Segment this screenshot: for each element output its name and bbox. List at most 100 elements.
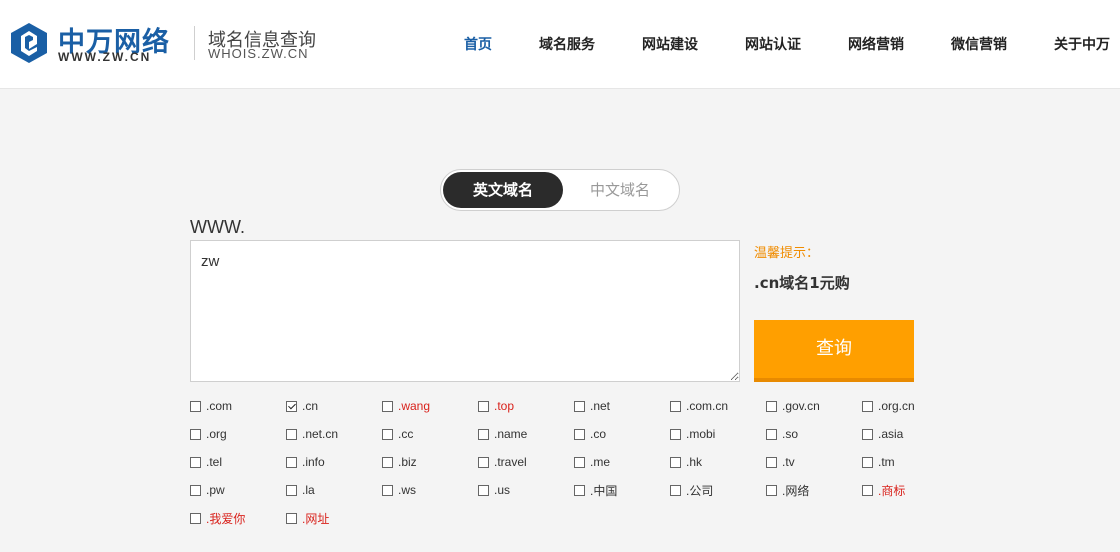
tld-label: .us — [494, 483, 511, 497]
tld-option[interactable]: .cc — [382, 425, 413, 443]
tld-option[interactable]: .tv — [766, 453, 795, 471]
tld-checkbox[interactable] — [190, 456, 201, 468]
tld-label: .hk — [686, 455, 703, 469]
tld-checkbox[interactable] — [670, 400, 681, 412]
tld-checkbox[interactable] — [286, 512, 297, 524]
tld-label: .biz — [398, 455, 417, 469]
site-header: 中万网络 WWW.ZW.CN 域名信息查询 WHOIS.ZW.CN 首页 域名服… — [0, 0, 1120, 89]
tld-option[interactable]: .us — [478, 481, 510, 499]
tld-option[interactable]: .com — [190, 397, 232, 415]
tip-title: 温馨提示： — [754, 246, 820, 261]
tld-option[interactable]: .asia — [862, 425, 903, 443]
tld-label: .wang — [398, 399, 431, 413]
tld-option[interactable]: .mobi — [670, 425, 715, 443]
tld-checkbox[interactable] — [190, 512, 201, 524]
tld-checkbox[interactable] — [862, 400, 873, 412]
tld-label: .gov.cn — [782, 399, 820, 413]
tld-checkbox[interactable] — [574, 400, 585, 412]
tld-checkbox[interactable] — [190, 400, 201, 412]
domain-type-toggle: 英文域名 中文域名 — [440, 169, 680, 211]
tld-checkbox[interactable] — [670, 484, 681, 496]
tld-checkbox[interactable] — [766, 484, 777, 496]
tld-option[interactable]: .com.cn — [670, 397, 728, 415]
tld-option[interactable]: .me — [574, 453, 610, 471]
tld-checkbox[interactable] — [478, 428, 489, 440]
tld-checkbox[interactable] — [670, 428, 681, 440]
tld-checkbox[interactable] — [286, 428, 297, 440]
tld-checkbox[interactable] — [478, 456, 489, 468]
tld-checkbox[interactable] — [190, 484, 201, 496]
logo-mark-icon — [11, 23, 47, 63]
tld-checkbox[interactable] — [286, 484, 297, 496]
tld-option[interactable]: .pw — [190, 481, 225, 499]
tld-checkbox[interactable] — [862, 428, 873, 440]
tld-checkbox[interactable] — [766, 428, 777, 440]
tld-label: .org — [206, 427, 227, 441]
tld-option[interactable]: .公司 — [670, 481, 713, 499]
tld-checkbox[interactable] — [382, 428, 393, 440]
tld-option[interactable]: .org.cn — [862, 397, 915, 415]
tld-checkbox[interactable] — [862, 484, 873, 496]
tld-checkbox[interactable] — [382, 484, 393, 496]
tld-option[interactable]: .biz — [382, 453, 417, 471]
tld-checkbox[interactable] — [574, 456, 585, 468]
nav-item-about[interactable]: 关于中万 — [1054, 34, 1110, 54]
tld-option[interactable]: .ws — [382, 481, 416, 499]
tld-checkbox[interactable] — [574, 428, 585, 440]
domain-input[interactable]: zw — [190, 240, 740, 382]
tld-option[interactable]: .top — [478, 397, 514, 415]
tld-option[interactable]: .gov.cn — [766, 397, 820, 415]
tld-option[interactable]: .tm — [862, 453, 895, 471]
tld-option[interactable]: .中国 — [574, 481, 617, 499]
tld-option[interactable]: .so — [766, 425, 798, 443]
tld-checkbox[interactable] — [670, 456, 681, 468]
tld-option[interactable]: .name — [478, 425, 527, 443]
query-button[interactable]: 查询 — [754, 320, 914, 382]
nav-item-wechat-marketing[interactable]: 微信营销 — [951, 34, 1007, 54]
tld-label: .tm — [878, 455, 895, 469]
tld-option[interactable]: .org — [190, 425, 227, 443]
tld-label: .商标 — [878, 483, 906, 498]
tld-label: .网址 — [302, 511, 330, 526]
tld-checkbox[interactable] — [286, 456, 297, 468]
logo[interactable]: 中万网络 WWW.ZW.CN — [8, 20, 184, 66]
tld-checkbox[interactable] — [382, 400, 393, 412]
tld-option[interactable]: .网址 — [286, 509, 329, 527]
nav-item-website-cert[interactable]: 网站认证 — [745, 34, 801, 54]
tld-checkbox[interactable] — [382, 456, 393, 468]
nav-item-net-marketing[interactable]: 网络营销 — [848, 34, 904, 54]
site-subtitle: WHOIS.ZW.CN — [208, 46, 309, 61]
tab-english-domain[interactable]: 英文域名 — [443, 172, 563, 208]
tld-checkbox[interactable] — [574, 484, 585, 496]
tld-checkbox[interactable] — [766, 400, 777, 412]
tld-label: .name — [494, 427, 528, 441]
tld-label: .中国 — [590, 483, 618, 498]
tld-checkbox[interactable] — [478, 400, 489, 412]
tab-chinese-domain[interactable]: 中文域名 — [563, 172, 677, 208]
tld-option[interactable]: .travel — [478, 453, 527, 471]
tld-option[interactable]: .info — [286, 453, 325, 471]
tld-label: .net.cn — [302, 427, 339, 441]
nav-item-home[interactable]: 首页 — [464, 34, 492, 54]
tld-option[interactable]: .la — [286, 481, 315, 499]
tld-checkbox[interactable] — [286, 400, 297, 412]
tld-checkbox[interactable] — [862, 456, 873, 468]
tld-label: .pw — [206, 483, 225, 497]
tld-option[interactable]: .hk — [670, 453, 702, 471]
tld-option[interactable]: .网络 — [766, 481, 809, 499]
tld-option[interactable]: .tel — [190, 453, 222, 471]
tld-option[interactable]: .net.cn — [286, 425, 338, 443]
tld-option[interactable]: .cn — [286, 397, 318, 415]
tld-checkbox[interactable] — [190, 428, 201, 440]
tld-option[interactable]: .商标 — [862, 481, 905, 499]
nav-item-website-build[interactable]: 网站建设 — [642, 34, 698, 54]
nav-item-domain-service[interactable]: 域名服务 — [539, 34, 595, 54]
logo-divider — [194, 26, 195, 60]
tld-checkbox[interactable] — [766, 456, 777, 468]
tld-option[interactable]: .我爱你 — [190, 509, 245, 527]
tld-option[interactable]: .wang — [382, 397, 430, 415]
tld-option[interactable]: .co — [574, 425, 606, 443]
tld-label: .la — [302, 483, 315, 497]
tld-option[interactable]: .net — [574, 397, 610, 415]
tld-checkbox[interactable] — [478, 484, 489, 496]
